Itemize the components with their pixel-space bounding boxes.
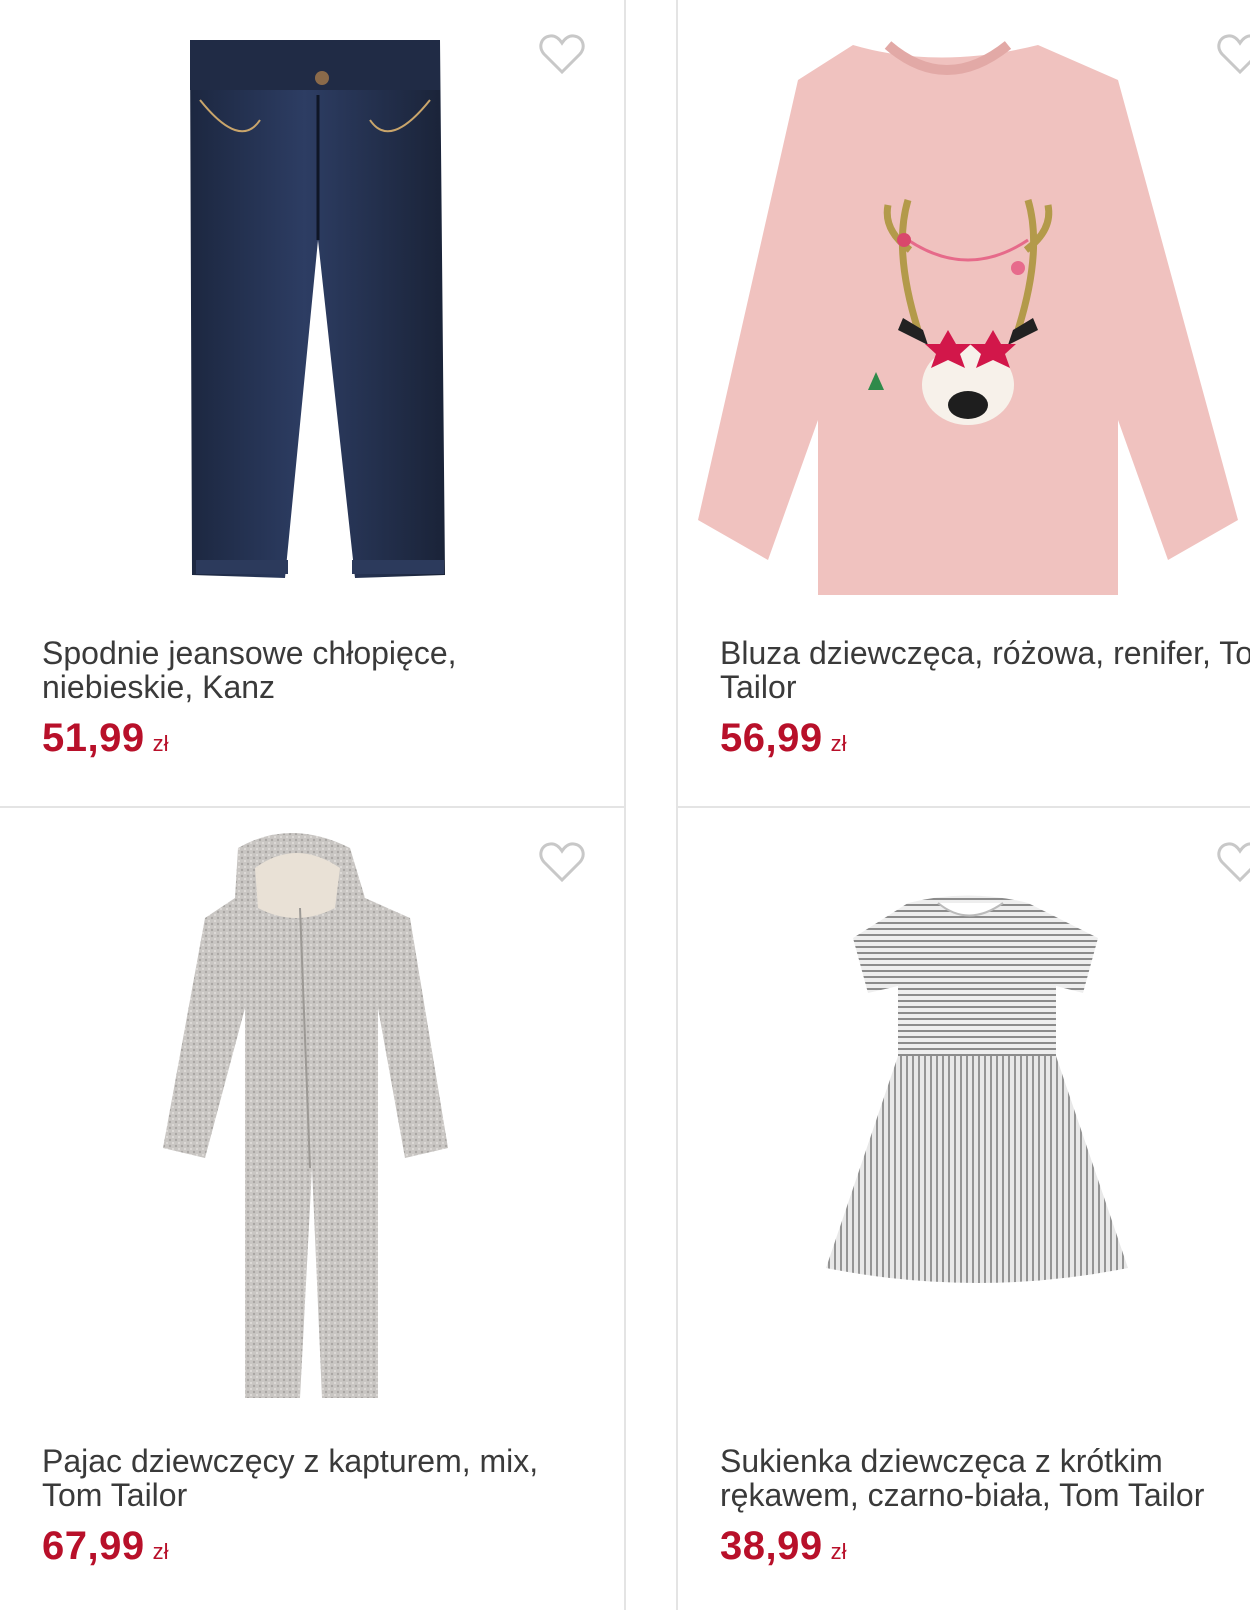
- product-price: 56,99 zł: [720, 716, 847, 761]
- product-image-onesie[interactable]: [0, 808, 624, 1428]
- product-card[interactable]: Sukienka dziewczęca z krótkim rękawem, c…: [676, 806, 1250, 1610]
- product-title[interactable]: Pajac dziewczęcy z kapturem, mix, Tom Ta…: [42, 1444, 602, 1512]
- price-amount: 67,99: [42, 1524, 145, 1568]
- product-price: 51,99 zł: [42, 716, 169, 761]
- price-currency: zł: [152, 731, 169, 756]
- favorite-heart-icon[interactable]: [538, 840, 586, 884]
- price-amount: 38,99: [720, 1524, 823, 1568]
- price-amount: 51,99: [42, 716, 145, 760]
- product-image-jeans[interactable]: [0, 0, 624, 620]
- product-card[interactable]: Bluza dziewczęca, różowa, renifer, Tom T…: [676, 0, 1250, 808]
- product-image-dress[interactable]: [678, 808, 1250, 1428]
- product-price: 38,99 zł: [720, 1524, 847, 1569]
- favorite-heart-icon[interactable]: [1216, 840, 1250, 884]
- product-grid: Spodnie jeansowe chłopięce, niebieskie, …: [0, 0, 1250, 1610]
- product-title[interactable]: Sukienka dziewczęca z krótkim rękawem, c…: [720, 1444, 1250, 1512]
- product-price: 67,99 zł: [42, 1524, 169, 1569]
- product-card[interactable]: Spodnie jeansowe chłopięce, niebieskie, …: [0, 0, 626, 808]
- product-image-sweater[interactable]: [678, 0, 1250, 620]
- price-amount: 56,99: [720, 716, 823, 760]
- price-currency: zł: [152, 1539, 169, 1564]
- price-currency: zł: [830, 731, 847, 756]
- product-card[interactable]: Pajac dziewczęcy z kapturem, mix, Tom Ta…: [0, 806, 626, 1610]
- favorite-heart-icon[interactable]: [1216, 32, 1250, 76]
- product-title[interactable]: Bluza dziewczęca, różowa, renifer, Tom T…: [720, 636, 1250, 704]
- price-currency: zł: [830, 1539, 847, 1564]
- favorite-heart-icon[interactable]: [538, 32, 586, 76]
- product-title[interactable]: Spodnie jeansowe chłopięce, niebieskie, …: [42, 636, 602, 704]
